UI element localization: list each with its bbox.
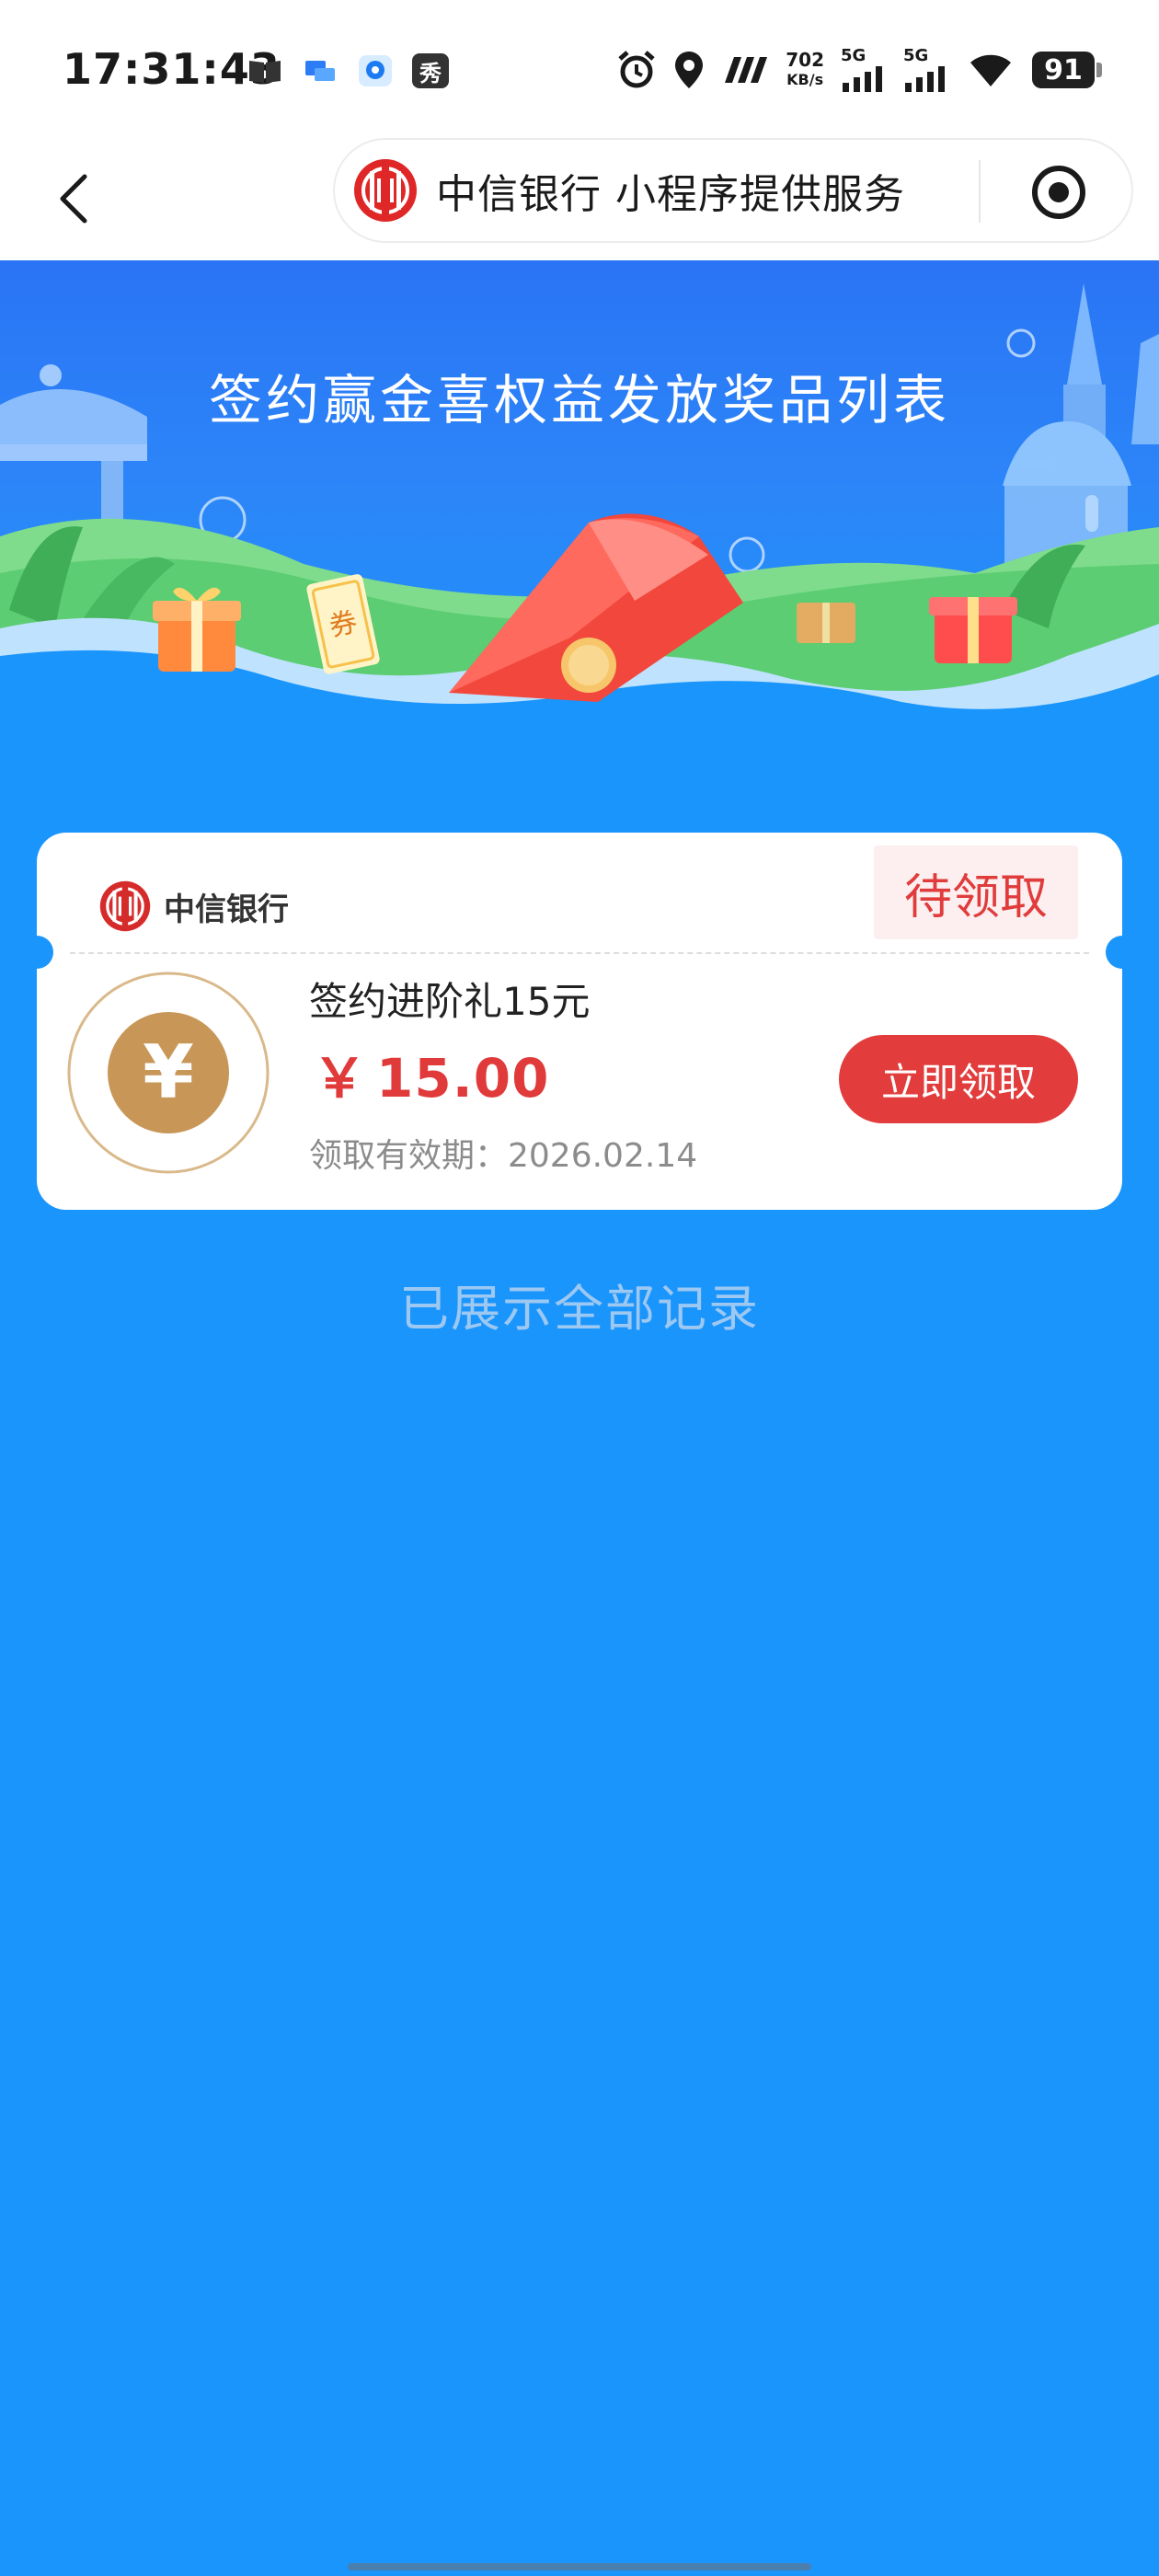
chevron-left-icon [60,174,87,224]
battery-indicator: 91 [1032,52,1102,88]
close-miniprogram-icon[interactable] [1027,160,1091,224]
book-icon [249,61,281,83]
signal-bars-icon [843,66,882,92]
reward-card: 中信银行 待领取 ¥ 签约进阶礼15元 ￥ 15.00 领取有效期：2026.02… [20,833,1139,1210]
citic-bank-logo-icon [354,159,417,222]
wifi-icon [970,54,1011,86]
hero-banner: 券 签约赢金喜权益发放奖品列表 [0,260,1159,776]
amount-value: 15.00 [376,1047,550,1110]
network-speed-unit: KB/s [786,71,824,88]
status-badge: 待领取 [874,845,1078,939]
signal-1-label: 5G [841,46,866,65]
gift-box-icon [929,597,1017,663]
mini-program-capsule[interactable]: 中信银行 小程序提供服务 [333,138,1133,243]
prize-amount: ￥ 15.00 [313,1035,549,1112]
system-status-icons: 702 KB/s 5G 5G 91 [616,48,1102,92]
back-button[interactable] [40,166,107,232]
prize-name: 签约进阶礼15元 [309,979,591,1024]
location-icon [675,52,704,88]
citic-bank-logo-icon [99,880,151,932]
nav-bar: 中信银行 小程序提供服务 [0,138,1159,260]
all-records-shown-text: 已展示全部记录 [399,1280,760,1338]
claim-now-button[interactable]: 立即领取 [839,1035,1078,1123]
notification-icons: 秀 [247,53,449,88]
card-notch-left [20,936,53,969]
gift-box-icon [797,603,855,643]
signal-2-label: 5G [903,46,929,65]
bank-header: 中信银行 [99,880,289,932]
yuan-coin-icon: ¥ [67,972,270,1174]
status-bar: 17:31:43 秀 702 KB/s 5G 5G 91 [0,0,1159,138]
capsule-title: 中信银行 小程序提供服务 [436,171,905,218]
signal-1: 5G [841,48,887,92]
card-notch-right [1106,936,1139,969]
network-speed-value: 702 [786,49,824,71]
currency-symbol: ￥ [313,1047,368,1110]
signal-bars-icon [905,66,945,92]
nfc-m-icon [725,57,768,83]
xiu-app-icon: 秀 [412,53,449,88]
camera-app-icon [359,55,392,86]
prize-expiry: 领取有效期：2026.02.14 [309,1137,698,1175]
coin-symbol: ¥ [143,1029,194,1115]
banner-illustration: 券 [0,283,1159,776]
alarm-icon [618,51,655,88]
network-speed: 702 KB/s [786,51,824,89]
signal-2: 5G [903,48,949,92]
bank-name: 中信银行 [164,891,289,928]
capsule-divider [979,160,981,223]
home-indicator[interactable] [348,2563,811,2570]
chat-icon [305,61,335,81]
banner-title: 签约赢金喜权益发放奖品列表 [208,369,950,431]
card-divider [70,952,1089,954]
